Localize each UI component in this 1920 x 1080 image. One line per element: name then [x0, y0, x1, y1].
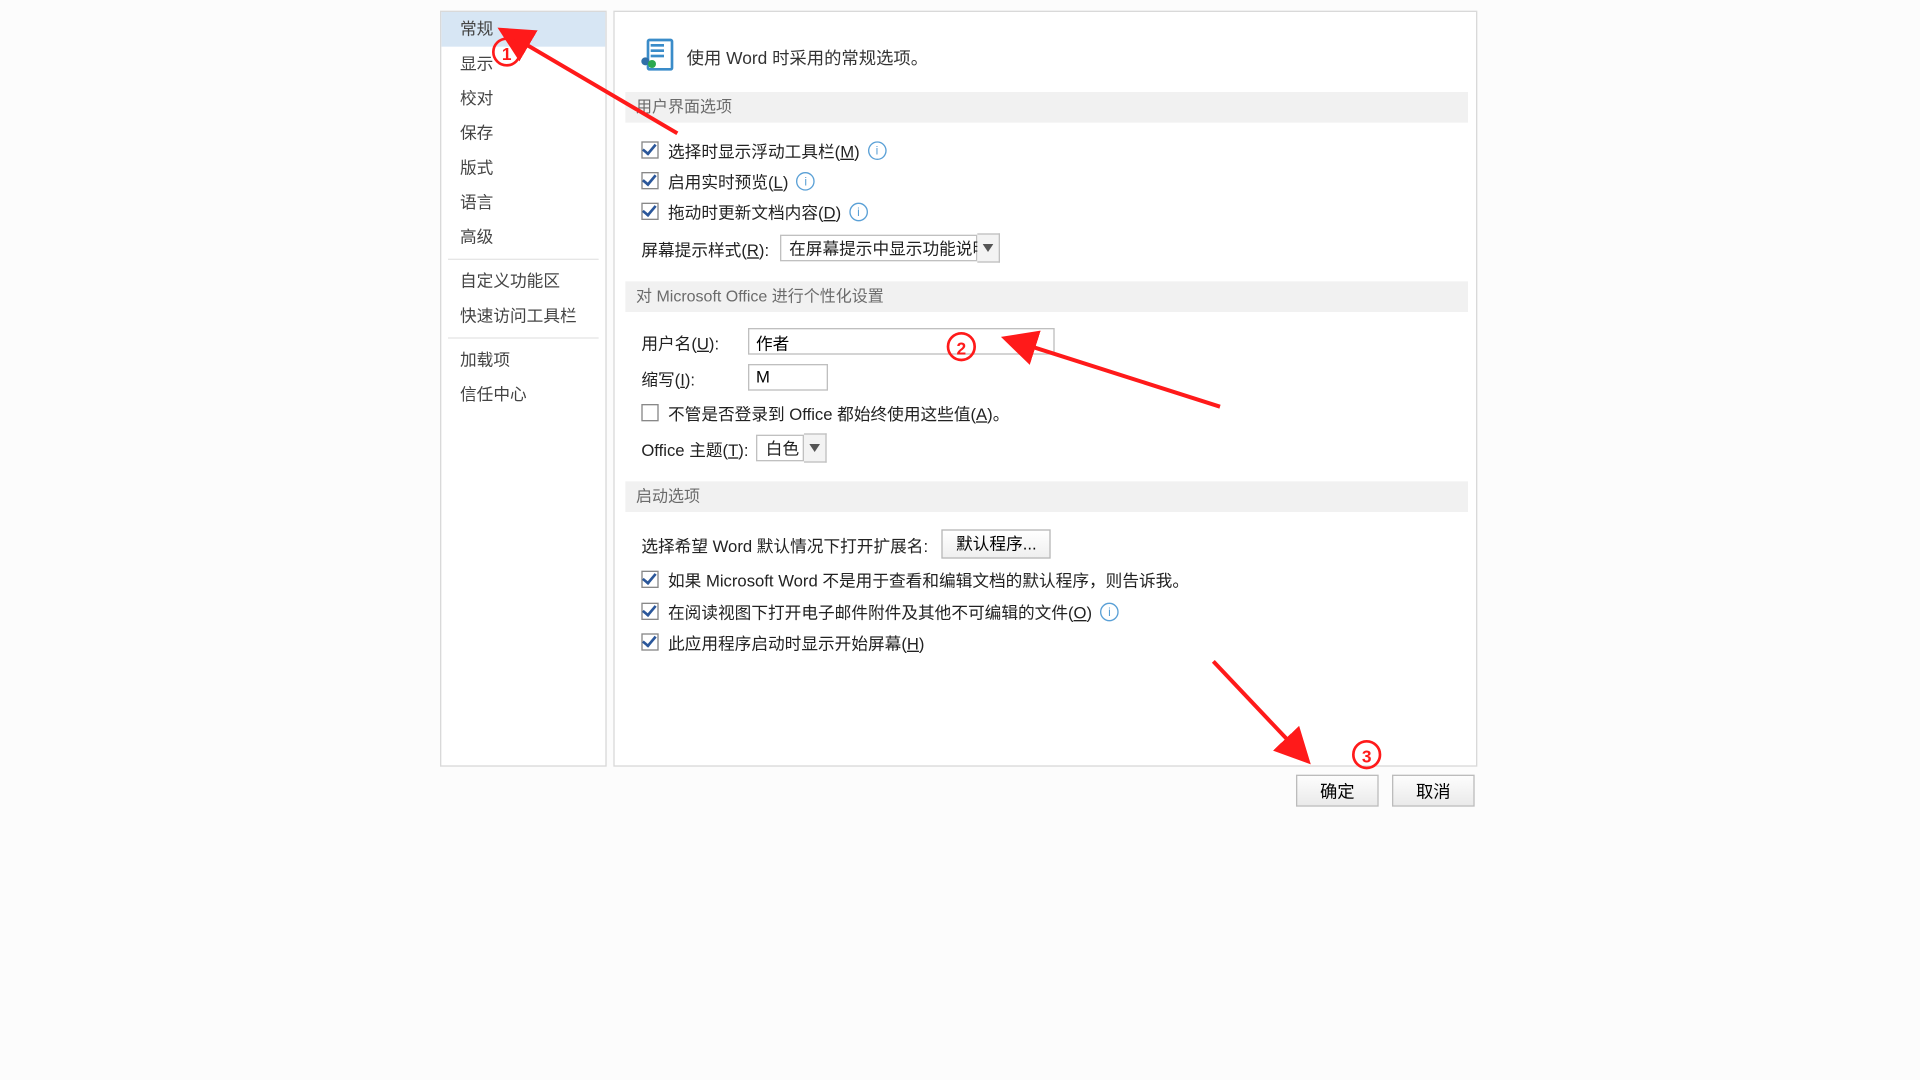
- checkbox-mini-toolbar-label: 选择时显示浮动工具栏(M): [668, 137, 860, 162]
- sidebar-item-language[interactable]: 语言: [441, 185, 605, 220]
- sidebar-item-save[interactable]: 保存: [441, 116, 605, 151]
- options-main-panel: 使用 Word 时采用的常规选项。 用户界面选项 选择时显示浮动工具栏(M) i…: [613, 11, 1477, 767]
- username-label: 用户名(U):: [641, 329, 748, 354]
- initials-input[interactable]: [748, 364, 828, 391]
- checkbox-mini-toolbar[interactable]: [641, 141, 658, 158]
- sidebar-item-advanced[interactable]: 高级: [441, 220, 605, 255]
- chevron-down-icon[interactable]: [977, 233, 1000, 262]
- sidebar-separator: [448, 259, 599, 260]
- checkbox-tell-if-not-default[interactable]: [641, 571, 658, 588]
- sidebar-item-proofing[interactable]: 校对: [441, 81, 605, 116]
- sidebar-item-addins[interactable]: 加载项: [441, 343, 605, 378]
- annotation-badge-3: 3: [1352, 740, 1381, 769]
- office-theme-select[interactable]: 白色: [756, 435, 804, 462]
- ok-button[interactable]: 确定: [1296, 775, 1379, 807]
- checkbox-drag-update-label: 拖动时更新文档内容(D): [668, 199, 841, 224]
- checkbox-open-attachments-reading-label: 在阅读视图下打开电子邮件附件及其他不可编辑的文件(O): [668, 599, 1092, 624]
- checkbox-always-use-values-label: 不管是否登录到 Office 都始终使用这些值(A)。: [668, 400, 1009, 425]
- panel-header: 使用 Word 时采用的常规选项。: [641, 33, 1454, 78]
- info-icon: i: [849, 202, 868, 221]
- info-icon: i: [796, 171, 815, 190]
- sidebar-item-display[interactable]: 显示: [441, 47, 605, 82]
- chevron-down-icon[interactable]: [804, 433, 827, 462]
- info-icon: i: [1100, 602, 1119, 621]
- cancel-button[interactable]: 取消: [1392, 775, 1475, 807]
- checkbox-always-use-values[interactable]: [641, 404, 658, 421]
- section-startup: 启动选项: [625, 481, 1468, 512]
- default-programs-button[interactable]: 默认程序...: [941, 529, 1051, 558]
- checkbox-open-attachments-reading[interactable]: [641, 603, 658, 620]
- annotation-badge-1: 1: [492, 37, 521, 66]
- sidebar-item-general[interactable]: 常规: [441, 12, 605, 47]
- annotation-badge-2: 2: [947, 332, 976, 361]
- checkbox-live-preview[interactable]: [641, 172, 658, 189]
- office-theme-label: Office 主题(T):: [641, 435, 748, 460]
- screentip-style-label: 屏幕提示样式(R):: [641, 235, 769, 260]
- section-ui-options: 用户界面选项: [625, 92, 1468, 123]
- username-input[interactable]: [748, 328, 1055, 355]
- word-options-dialog: 常规 显示 校对 保存 版式 语言 高级 自定义功能区 快速访问工具栏 加载项 …: [240, 0, 1680, 1080]
- panel-header-title: 使用 Word 时采用的常规选项。: [687, 43, 928, 68]
- checkbox-show-start-screen[interactable]: [641, 633, 658, 650]
- sidebar-separator: [448, 337, 599, 338]
- default-extensions-label: 选择希望 Word 默认情况下打开扩展名:: [641, 531, 928, 556]
- section-personalize: 对 Microsoft Office 进行个性化设置: [625, 281, 1468, 312]
- sidebar-item-trustcenter[interactable]: 信任中心: [441, 377, 605, 412]
- initials-label: 缩写(I):: [641, 365, 748, 390]
- checkbox-drag-update[interactable]: [641, 203, 658, 220]
- sidebar-item-customize-ribbon[interactable]: 自定义功能区: [441, 264, 605, 299]
- checkbox-tell-if-not-default-label: 如果 Microsoft Word 不是用于查看和编辑文档的默认程序，则告诉我。: [668, 567, 1189, 592]
- info-icon: i: [868, 141, 887, 160]
- checkbox-live-preview-label: 启用实时预览(L): [668, 168, 788, 193]
- sidebar-item-layout[interactable]: 版式: [441, 151, 605, 186]
- sidebar-item-qat[interactable]: 快速访问工具栏: [441, 299, 605, 334]
- general-options-icon: [641, 39, 676, 74]
- screentip-style-select[interactable]: 在屏幕提示中显示功能说明: [780, 235, 977, 262]
- category-sidebar: 常规 显示 校对 保存 版式 语言 高级 自定义功能区 快速访问工具栏 加载项 …: [440, 11, 607, 767]
- checkbox-show-start-screen-label: 此应用程序启动时显示开始屏幕(H): [668, 629, 924, 654]
